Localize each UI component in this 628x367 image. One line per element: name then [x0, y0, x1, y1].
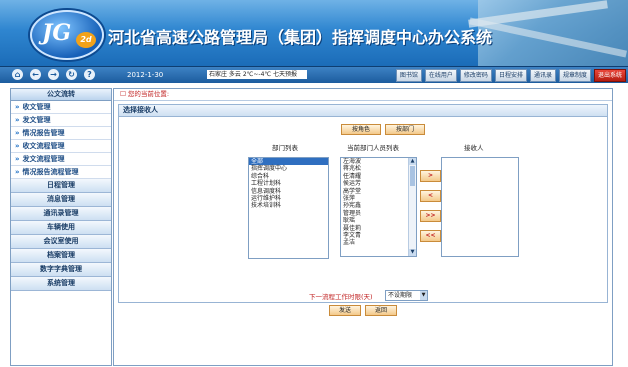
logout-button[interactable]: 退出系统: [593, 69, 626, 82]
logo: JG 2d: [30, 10, 104, 60]
list-item[interactable]: 耿瑶: [341, 217, 416, 224]
current-date: 2012-1-30: [127, 71, 164, 79]
deadline-select[interactable]: 不设期限 ▼: [385, 290, 428, 301]
sidebar-item-send-flow[interactable]: » 发文流程管理: [11, 153, 111, 166]
sidebar-item-label: 发文流程管理: [22, 155, 65, 163]
sidebar-item-label: 收文管理: [22, 103, 51, 111]
location-label: 您的当前位置:: [127, 90, 170, 98]
panel-title: 选择接收人: [118, 104, 608, 117]
scroll-down-icon[interactable]: ▼: [409, 249, 416, 256]
receiver-list-label: 接收人: [464, 144, 484, 152]
department-listbox[interactable]: 全部 指挥调度中心 综合科 工程计划科 信息调度科 运行维护科 技术培训科: [248, 157, 329, 259]
logo-text: JG: [42, 20, 72, 46]
sidebar-category-vehicles[interactable]: 车辆使用: [11, 221, 111, 235]
regulations-link[interactable]: 规章制度: [558, 69, 591, 82]
list-item[interactable]: 孙宪鑫: [341, 202, 416, 209]
list-item[interactable]: 技术培训科: [249, 202, 328, 209]
sidebar-item-receive-doc[interactable]: » 收文管理: [11, 101, 111, 114]
help-icon[interactable]: ?: [84, 69, 95, 80]
select-receiver-panel: 按角色 按部门 部门列表 当前部门人员列表 接收人 全部 指挥调度中心 综合科 …: [118, 117, 608, 316]
sidebar-category-archives[interactable]: 档案管理: [11, 249, 111, 263]
list-item[interactable]: 孟洁: [341, 239, 416, 246]
sidebar-item-label: 情况报告管理: [22, 129, 65, 137]
toolbar-links: 图书馆 在线用户 修改密码 日程安排 通讯录 规章制度 退出系统: [395, 69, 626, 82]
sidebar-item-send-doc[interactable]: » 发文管理: [11, 114, 111, 127]
by-role-button[interactable]: 按角色: [341, 124, 381, 135]
library-link[interactable]: 图书馆: [395, 69, 422, 82]
forward-icon[interactable]: →: [48, 69, 59, 80]
chevron-right-icon: »: [15, 129, 20, 137]
sidebar-item-label: 收文流程管理: [22, 142, 65, 150]
system-title: 河北省高速公路管理局（集团）指挥调度中心办公系统: [108, 28, 493, 47]
person-list-label: 当前部门人员列表: [347, 144, 399, 152]
breadcrumb: ☐ 您的当前位置:: [114, 89, 612, 101]
sidebar-item-label: 发文管理: [22, 116, 51, 124]
online-users-link[interactable]: 在线用户: [424, 69, 457, 82]
deadline-label: 下一流程工作时限(天): [309, 293, 373, 301]
list-item[interactable]: 指挥调度中心: [249, 165, 328, 172]
list-item[interactable]: 高学堂: [341, 188, 416, 195]
list-item[interactable]: 信息调度科: [249, 188, 328, 195]
back-icon[interactable]: ←: [30, 69, 41, 80]
home-icon[interactable]: ⌂: [12, 69, 23, 80]
deadline-value: 不设期限: [388, 292, 413, 299]
chevron-right-icon: »: [15, 103, 20, 111]
department-list-label: 部门列表: [272, 144, 298, 152]
top-toolbar: ⌂ ← → ↻ ? 2012-1-30 石家庄 多云 2℃~-4℃ 七天预报 图…: [0, 66, 628, 83]
chevron-right-icon: »: [15, 142, 20, 150]
sidebar-item-report[interactable]: » 情况报告管理: [11, 127, 111, 140]
list-item[interactable]: 工程计划科: [249, 180, 328, 187]
sidebar-category-contacts[interactable]: 通讯录管理: [11, 207, 111, 221]
sidebar: 公文流转 » 收文管理 » 发文管理 » 情况报告管理 » 收文流程管理 » 发文流程管理…: [10, 88, 112, 366]
sidebar-category-messages[interactable]: 消息管理: [11, 193, 111, 207]
chevron-down-icon[interactable]: ▼: [420, 291, 427, 300]
main-content: ☐ 您的当前位置: 选择接收人 按角色 按部门 部门列表 当前部门人员列表 接收…: [113, 88, 613, 366]
sidebar-item-report-flow[interactable]: » 情况报告流程管理: [11, 166, 111, 179]
sidebar-category-meeting-room[interactable]: 会议室使用: [11, 235, 111, 249]
sidebar-category-system[interactable]: 系统管理: [11, 277, 111, 291]
remove-all-receivers-button[interactable]: <<: [420, 230, 441, 242]
by-department-button[interactable]: 按部门: [385, 124, 425, 135]
add-receiver-button[interactable]: >: [420, 170, 441, 182]
address-book-link[interactable]: 通讯录: [529, 69, 556, 82]
scroll-thumb[interactable]: [410, 166, 415, 186]
sidebar-item-receive-flow[interactable]: » 收文流程管理: [11, 140, 111, 153]
list-item[interactable]: 侯运芳: [341, 180, 416, 187]
sidebar-category-schedule[interactable]: 日程管理: [11, 179, 111, 193]
schedule-link[interactable]: 日程安排: [494, 69, 527, 82]
sidebar-category-dictionary[interactable]: 数字字典管理: [11, 263, 111, 277]
sidebar-item-label: 情况报告流程管理: [22, 168, 79, 176]
remove-receiver-button[interactable]: <: [420, 190, 441, 202]
add-all-receivers-button[interactable]: >>: [420, 210, 441, 222]
receiver-listbox[interactable]: [441, 157, 519, 257]
person-listbox[interactable]: 左海波 蒋兆松 任清耀 侯运芳 高学堂 张萍 孙宪鑫 管理员 耿瑶 聂佳莉 李文…: [340, 157, 417, 257]
sidebar-header[interactable]: 公文流转: [11, 89, 111, 101]
location-icon: ☐: [120, 90, 126, 98]
chevron-right-icon: »: [15, 168, 20, 176]
list-item[interactable]: 蒋兆松: [341, 165, 416, 172]
send-button[interactable]: 发送: [329, 305, 361, 316]
person-list-scrollbar[interactable]: ▲ ▼: [408, 158, 416, 256]
chevron-right-icon: »: [15, 155, 20, 163]
back-button[interactable]: 返回: [365, 305, 397, 316]
refresh-icon[interactable]: ↻: [66, 69, 77, 80]
chevron-right-icon: »: [15, 116, 20, 124]
list-item[interactable]: 聂佳莉: [341, 225, 416, 232]
scroll-up-icon[interactable]: ▲: [409, 158, 416, 165]
logo-sub: 2d: [76, 32, 96, 48]
header-banner: JG 2d 河北省高速公路管理局（集团）指挥调度中心办公系统: [0, 0, 628, 66]
change-password-link[interactable]: 修改密码: [459, 69, 492, 82]
weather-display: 石家庄 多云 2℃~-4℃ 七天预报: [207, 70, 307, 79]
